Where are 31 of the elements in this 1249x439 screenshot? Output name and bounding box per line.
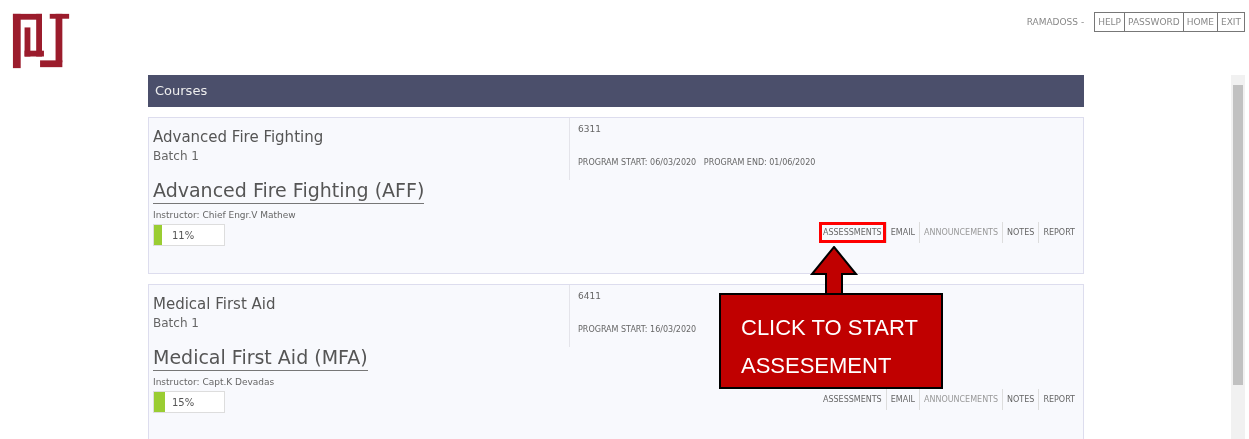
- action-link[interactable]: NOTES: [1002, 222, 1039, 243]
- action-link[interactable]: EMAIL: [885, 222, 919, 243]
- action-link[interactable]: ASSESSMENTS: [818, 222, 886, 243]
- nav-link[interactable]: HOME: [1182, 13, 1217, 31]
- program-dates: PROGRAM START: 16/03/2020: [578, 325, 697, 334]
- action-link[interactable]: ASSESSMENTS: [818, 389, 886, 410]
- course-title: Medical First Aid (MFA): [153, 346, 368, 371]
- nav-link[interactable]: HELP: [1095, 13, 1125, 31]
- disabled-link: ANNOUNCEMENTS: [918, 222, 1003, 243]
- course-title: Advanced Fire Fighting (AFF): [153, 179, 425, 204]
- nav-link[interactable]: EXIT: [1217, 13, 1244, 31]
- instructor-label: Instructor: Capt.K Devadas: [153, 377, 276, 387]
- course-code: 6411: [578, 291, 602, 301]
- panel-header: Courses: [148, 75, 1084, 107]
- action-link[interactable]: REPORT: [1038, 389, 1079, 410]
- scrollbar[interactable]: [1231, 75, 1245, 439]
- arrow-icon: [809, 246, 859, 296]
- action-link[interactable]: REPORT: [1038, 222, 1079, 243]
- nav-link[interactable]: PASSWORD: [1124, 13, 1183, 31]
- program-dates: PROGRAM START: 06/03/2020 PROGRAM END: 01/06/2020: [578, 158, 816, 167]
- progress-percent: 11%: [172, 229, 195, 241]
- action-link[interactable]: NOTES: [1002, 389, 1039, 410]
- callout: CLICK TO START ASSESEMENT: [719, 293, 943, 389]
- instructor-label: Instructor: Chief Engr.V Mathew: [153, 210, 297, 220]
- progress-percent: 15%: [172, 396, 195, 408]
- batch-label: Batch 1: [153, 316, 200, 330]
- course-name: Medical First Aid: [153, 295, 277, 313]
- user-name: RAMADOSS -: [1026, 17, 1085, 27]
- course-name: Advanced Fire Fighting: [153, 128, 325, 146]
- batch-label: Batch 1: [153, 149, 200, 163]
- course-code: 6311: [578, 124, 602, 134]
